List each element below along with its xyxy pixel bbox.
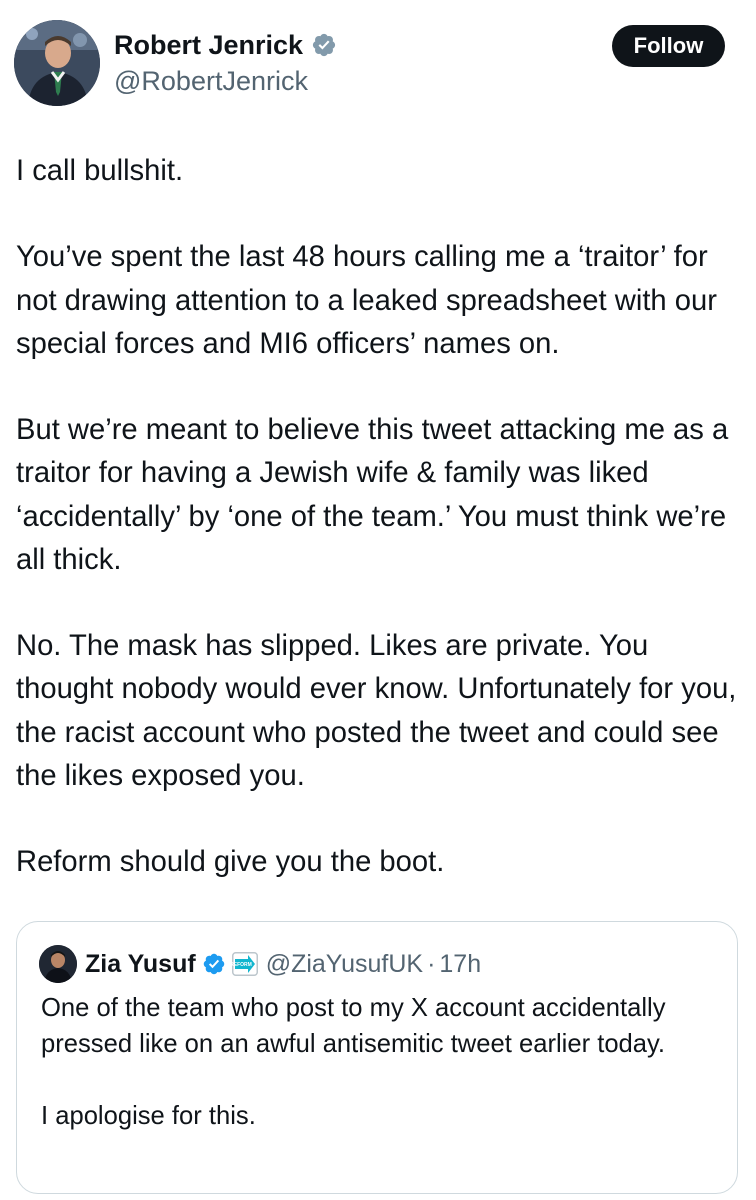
dot-separator: · (427, 949, 436, 978)
author-avatar[interactable] (14, 20, 100, 106)
quoted-tweet-text: One of the team who post to my X account… (41, 990, 721, 1134)
quoted-author-name[interactable]: Zia Yusuf (85, 950, 196, 979)
reform-uk-badge-icon[interactable]: REFORM (230, 952, 258, 976)
follow-button[interactable]: Follow (612, 25, 725, 67)
verified-badge-icon[interactable] (311, 32, 337, 58)
tweet-header: Robert Jenrick @RobertJenrick Follow (0, 0, 756, 130)
tweet-text: I call bullshit. You’ve spent the last 4… (16, 150, 746, 884)
tweet-paragraph: You’ve spent the last 48 hours calling m… (16, 241, 726, 360)
author-handle[interactable]: @RobertJenrick (114, 64, 308, 98)
tweet-paragraph: No. The mask has slipped. Likes are priv… (16, 630, 745, 792)
quoted-author-handle[interactable]: @ZiaYusufUK (266, 950, 423, 979)
svg-text:REFORM: REFORM (232, 962, 252, 968)
tweet-paragraph: Reform should give you the boot. (16, 846, 445, 879)
quoted-tweet-header: Zia Yusuf REFORM @ZiaYusufUK · 17h (39, 944, 481, 984)
author-name-text[interactable]: Robert Jenrick (114, 28, 303, 62)
quoted-verified-badge-icon[interactable] (202, 952, 226, 976)
author-name[interactable]: Robert Jenrick (114, 28, 337, 62)
quoted-tweet-paragraph: I apologise for this. (41, 1102, 256, 1130)
quoted-timestamp[interactable]: 17h (439, 950, 481, 979)
tweet-paragraph: I call bullshit. (16, 155, 184, 187)
tweet-paragraph: But we’re meant to believe this tweet at… (16, 414, 737, 576)
quoted-tweet-card[interactable]: Zia Yusuf REFORM @ZiaYusufUK · 17h One o… (16, 921, 738, 1194)
quoted-author-avatar[interactable] (39, 945, 77, 983)
quoted-tweet-paragraph: One of the team who post to my X account… (41, 994, 673, 1058)
